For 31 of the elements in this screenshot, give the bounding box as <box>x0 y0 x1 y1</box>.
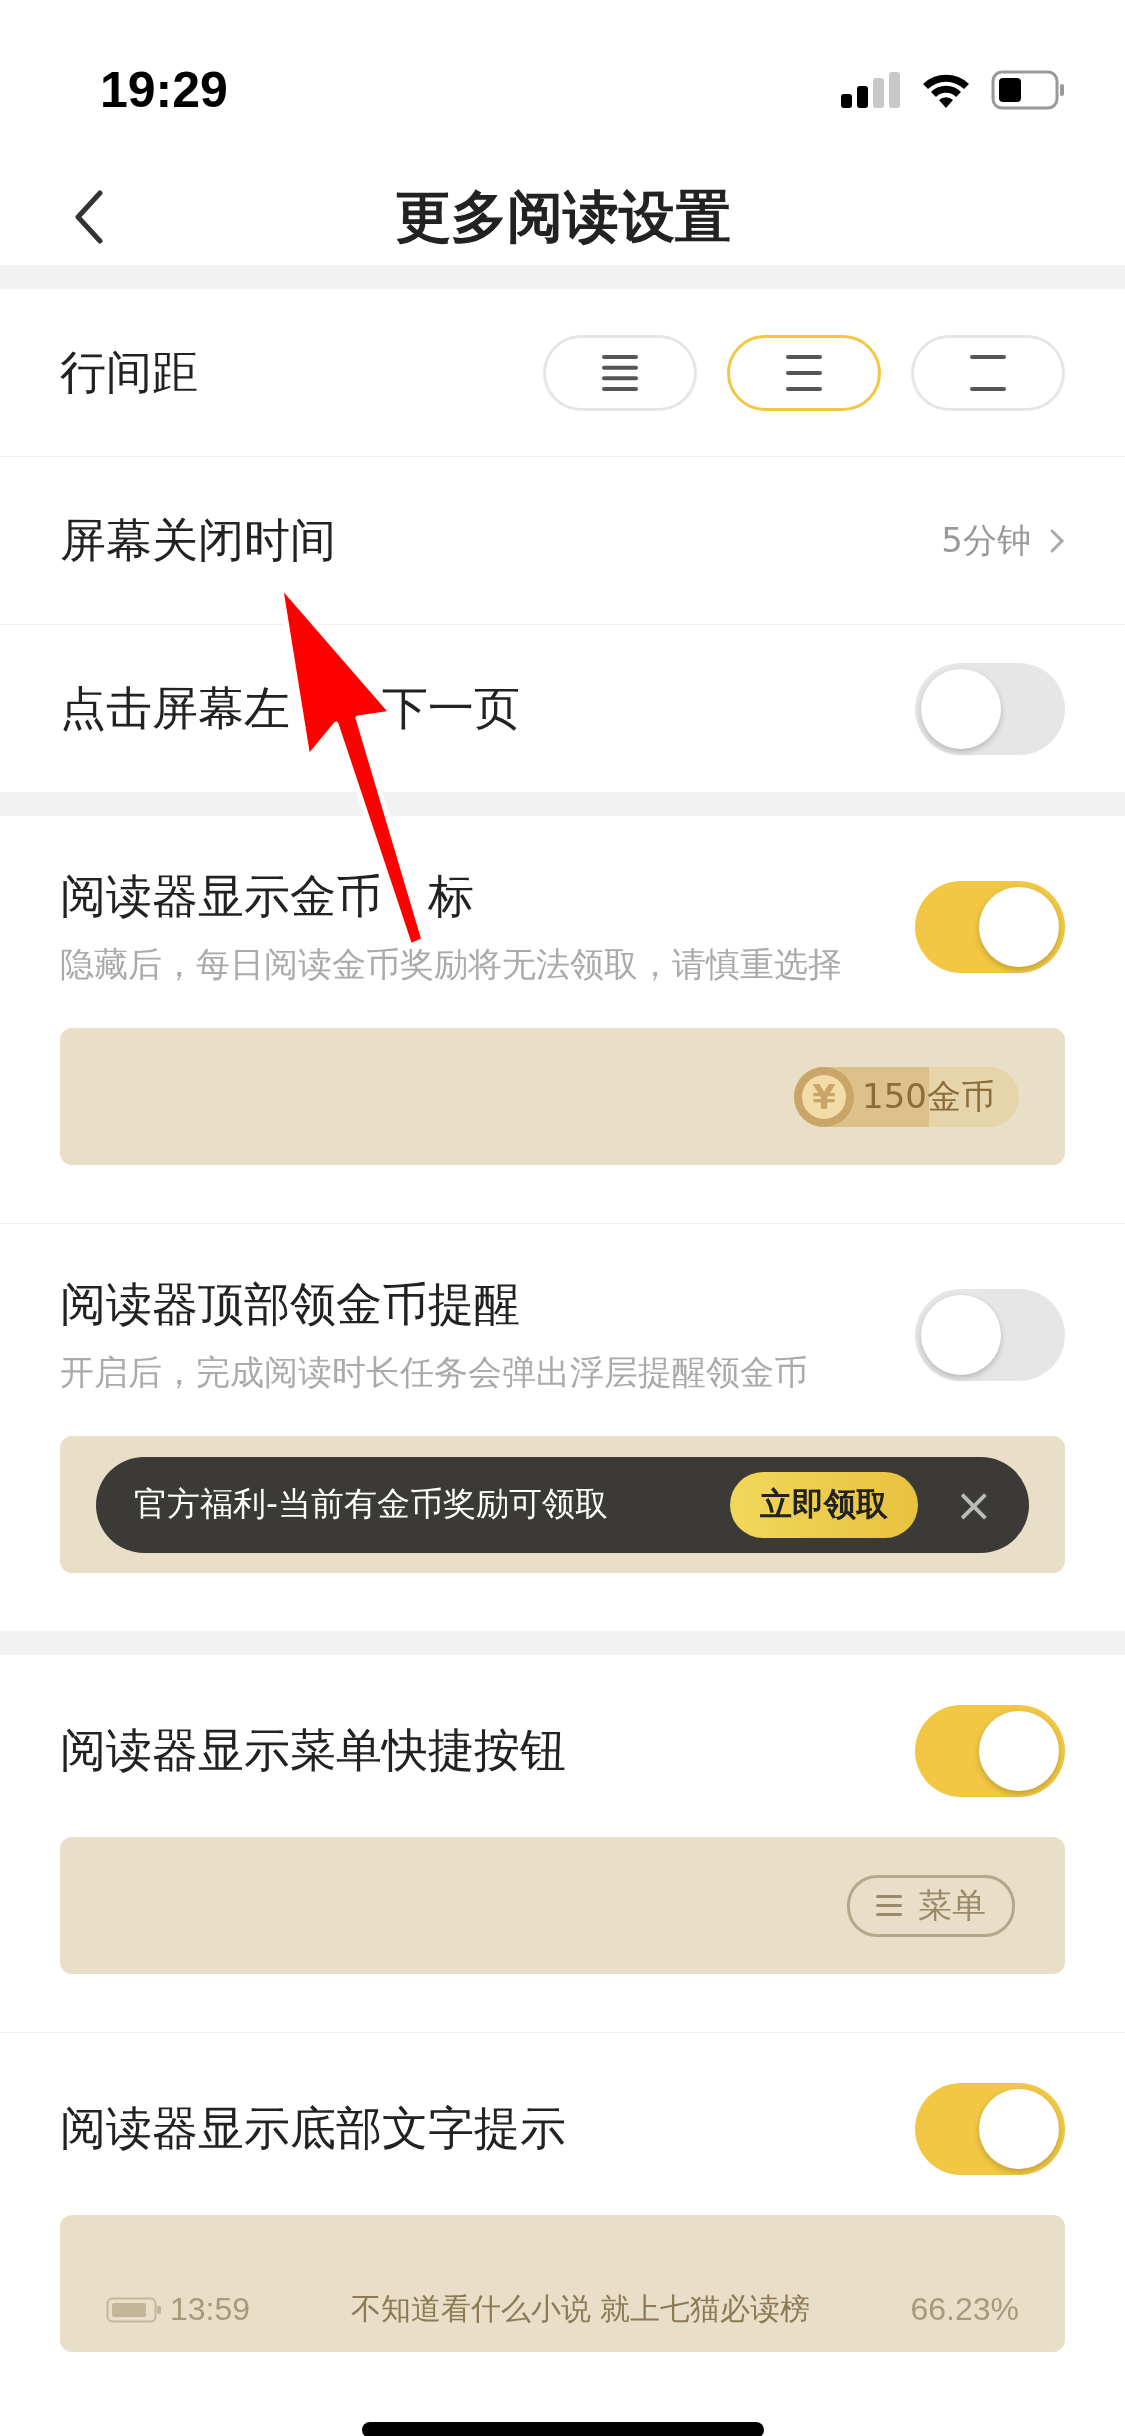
setting-label: 标 <box>428 868 474 925</box>
line-spacing-icon <box>600 354 640 391</box>
setting-label: 行间距 <box>60 343 198 401</box>
banner-text: 官方福利-当前有金币奖励可领取 <box>134 1483 609 1525</box>
line-spacing-icon <box>784 354 824 391</box>
coin-badge: ¥ 150金币 <box>794 1066 1019 1127</box>
page-title: 更多阅读设置 <box>394 181 731 251</box>
footer-percentage: 66.23% <box>910 2291 1019 2328</box>
setting-description: 隐藏后，每日阅读金币奖励将无法领取，请慎重选择 <box>60 943 842 986</box>
claim-button[interactable]: 立即领取 <box>730 1471 919 1538</box>
setting-label: 阅读器显示底部文字提示 <box>60 2100 566 2157</box>
setting-label: 屏幕关闭时间 <box>60 511 336 569</box>
back-icon[interactable] <box>74 190 104 244</box>
chevron-icon <box>1049 527 1065 554</box>
battery-icon <box>991 70 1065 110</box>
setting-description: 开启后，完成阅读时长任务会弹出浮层提醒领金币 <box>60 1351 808 1394</box>
setting-label: 下一页 <box>382 679 520 737</box>
line-spacing-icon <box>968 354 1008 391</box>
setting-label: 阅读器显示菜单快捷按钮 <box>60 1722 566 1779</box>
status-time: 19:29 <box>100 61 228 119</box>
setting-label: 阅读器显示金币 <box>60 868 382 925</box>
coin-icon: ¥ <box>794 1066 855 1127</box>
signal-icon <box>841 72 901 108</box>
footer-tip: 不知道看什么小说 就上七猫必读榜 <box>350 2290 811 2328</box>
close-icon[interactable]: × <box>954 1477 993 1532</box>
footer-time: 13:59 <box>170 2291 251 2328</box>
setting-label: 点击屏幕左 <box>60 679 290 737</box>
wifi-icon <box>921 72 971 108</box>
battery-icon <box>106 2296 162 2323</box>
setting-label: 阅读器顶部领金币提醒 <box>60 1276 521 1333</box>
menu-icon <box>876 1894 902 1917</box>
